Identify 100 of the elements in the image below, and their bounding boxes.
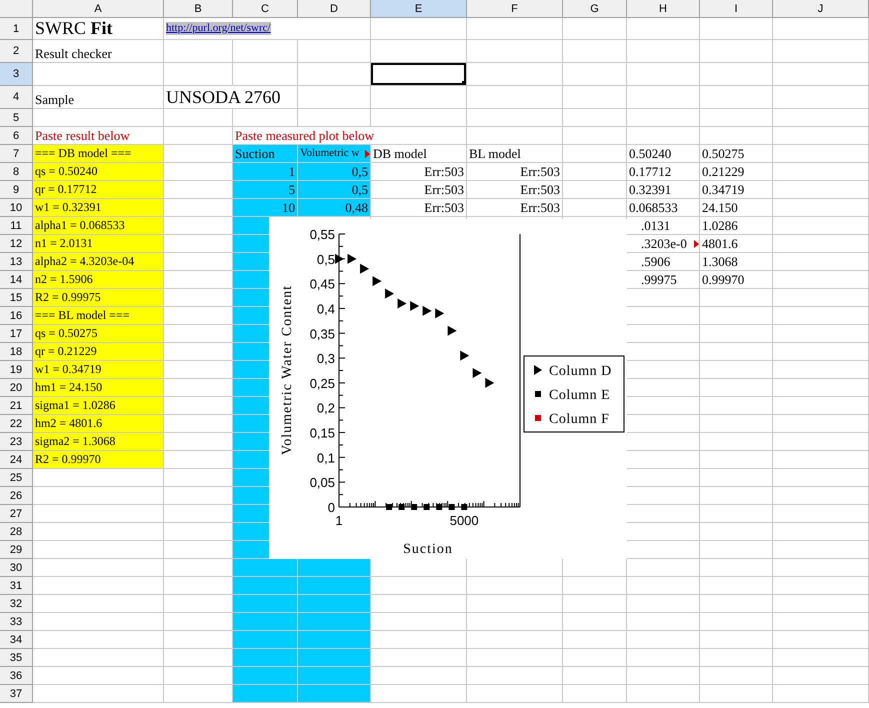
row-header[interactable]: 30: [0, 559, 33, 577]
filled-cell[interactable]: qs = 0.50240: [33, 163, 164, 181]
filled-cell[interactable]: 0,48: [298, 199, 371, 217]
table-cell[interactable]: Err:503: [371, 199, 467, 217]
filled-cell[interactable]: [233, 649, 298, 667]
empty-cell[interactable]: [563, 86, 627, 109]
filled-cell[interactable]: [233, 469, 269, 487]
empty-cell[interactable]: [773, 595, 869, 613]
table-cell[interactable]: Err:503: [371, 163, 467, 181]
filled-cell[interactable]: alpha1 = 0.068533: [33, 217, 164, 235]
empty-cell[interactable]: [773, 433, 869, 451]
empty-cell[interactable]: [700, 685, 773, 703]
row-header[interactable]: 8: [0, 163, 33, 181]
row-header[interactable]: 27: [0, 505, 33, 523]
empty-cell[interactable]: [700, 433, 773, 451]
row-header[interactable]: 19: [0, 361, 33, 379]
filled-cell[interactable]: [233, 271, 269, 289]
selected-cell[interactable]: [371, 63, 467, 86]
empty-cell[interactable]: [627, 18, 700, 40]
empty-cell[interactable]: [700, 613, 773, 631]
column-header[interactable]: A: [33, 0, 164, 18]
row-header[interactable]: 15: [0, 289, 33, 307]
table-cell[interactable]: 0.99970: [700, 271, 773, 289]
row-header[interactable]: 3: [0, 63, 33, 86]
column-header[interactable]: B: [164, 0, 233, 18]
empty-cell[interactable]: [773, 325, 869, 343]
empty-cell[interactable]: [563, 181, 627, 199]
empty-cell[interactable]: [627, 559, 700, 577]
corner-header[interactable]: [0, 0, 33, 18]
empty-cell[interactable]: [627, 595, 700, 613]
filled-cell[interactable]: [298, 631, 371, 649]
column-header[interactable]: F: [467, 0, 563, 18]
row-header[interactable]: 17: [0, 325, 33, 343]
table-cell[interactable]: Err:503: [467, 163, 563, 181]
filled-cell[interactable]: === DB model ===: [33, 145, 164, 163]
empty-cell[interactable]: [700, 109, 773, 127]
row-header[interactable]: 11: [0, 217, 33, 235]
row-header[interactable]: 31: [0, 577, 33, 595]
table-cell[interactable]: 0.068533: [627, 199, 700, 217]
filled-cell[interactable]: [233, 577, 298, 595]
empty-cell[interactable]: [773, 613, 869, 631]
empty-cell[interactable]: [467, 109, 563, 127]
empty-cell[interactable]: [371, 40, 467, 63]
empty-cell[interactable]: [467, 649, 563, 667]
row-header[interactable]: 29: [0, 541, 33, 559]
filled-cell[interactable]: [233, 325, 269, 343]
empty-cell[interactable]: [467, 86, 563, 109]
empty-cell[interactable]: [563, 595, 627, 613]
filled-cell[interactable]: Volumetric w: [298, 145, 371, 163]
empty-cell[interactable]: [627, 127, 700, 145]
empty-cell[interactable]: [700, 415, 773, 433]
empty-cell[interactable]: [700, 541, 773, 559]
empty-cell[interactable]: [773, 343, 869, 361]
filled-cell[interactable]: qr = 0.17712: [33, 181, 164, 199]
filled-cell[interactable]: [233, 451, 269, 469]
empty-cell[interactable]: [467, 613, 563, 631]
table-cell[interactable]: 0.21229: [700, 163, 773, 181]
empty-cell[interactable]: [773, 541, 869, 559]
filled-cell[interactable]: [233, 505, 269, 523]
empty-cell[interactable]: [773, 163, 869, 181]
table-cell[interactable]: 4801.6: [700, 235, 773, 253]
empty-cell[interactable]: [700, 343, 773, 361]
filled-cell[interactable]: Suction: [233, 145, 298, 163]
empty-cell[interactable]: [467, 127, 563, 145]
empty-cell[interactable]: [298, 109, 371, 127]
empty-cell[interactable]: [627, 631, 700, 649]
table-cell[interactable]: Result checker: [33, 40, 164, 63]
table-cell[interactable]: 24.150: [700, 199, 773, 217]
filled-cell[interactable]: [298, 667, 371, 685]
column-header[interactable]: I: [700, 0, 773, 18]
table-cell[interactable]: Err:503: [467, 199, 563, 217]
filled-cell[interactable]: [233, 541, 269, 559]
empty-cell[interactable]: [627, 40, 700, 63]
row-header[interactable]: 1: [0, 18, 33, 40]
table-cell[interactable]: DB model: [371, 145, 467, 163]
table-cell[interactable]: SWRC Fit: [33, 18, 164, 40]
empty-cell[interactable]: [773, 631, 869, 649]
empty-cell[interactable]: [773, 40, 869, 63]
empty-cell[interactable]: [467, 18, 563, 40]
filled-cell[interactable]: sigma2 = 1.3068: [33, 433, 164, 451]
row-header[interactable]: 5: [0, 109, 33, 127]
empty-cell[interactable]: [773, 667, 869, 685]
filled-cell[interactable]: hm2 = 4801.6: [33, 415, 164, 433]
empty-cell[interactable]: [773, 307, 869, 325]
empty-cell[interactable]: [233, 63, 298, 86]
empty-cell[interactable]: [563, 199, 627, 217]
link[interactable]: http://purl.org/net/swrc/: [166, 22, 271, 34]
filled-cell[interactable]: [233, 559, 298, 577]
empty-cell[interactable]: [700, 63, 773, 86]
empty-cell[interactable]: [627, 613, 700, 631]
empty-cell[interactable]: [773, 271, 869, 289]
empty-cell[interactable]: [467, 40, 563, 63]
filled-cell[interactable]: [233, 235, 269, 253]
column-header[interactable]: J: [773, 0, 869, 18]
row-header[interactable]: 4: [0, 86, 33, 109]
table-cell[interactable]: BL model: [467, 145, 563, 163]
empty-cell[interactable]: [773, 18, 869, 40]
empty-cell[interactable]: [164, 109, 233, 127]
row-header[interactable]: 6: [0, 127, 33, 145]
filled-cell[interactable]: sigma1 = 1.0286: [33, 397, 164, 415]
